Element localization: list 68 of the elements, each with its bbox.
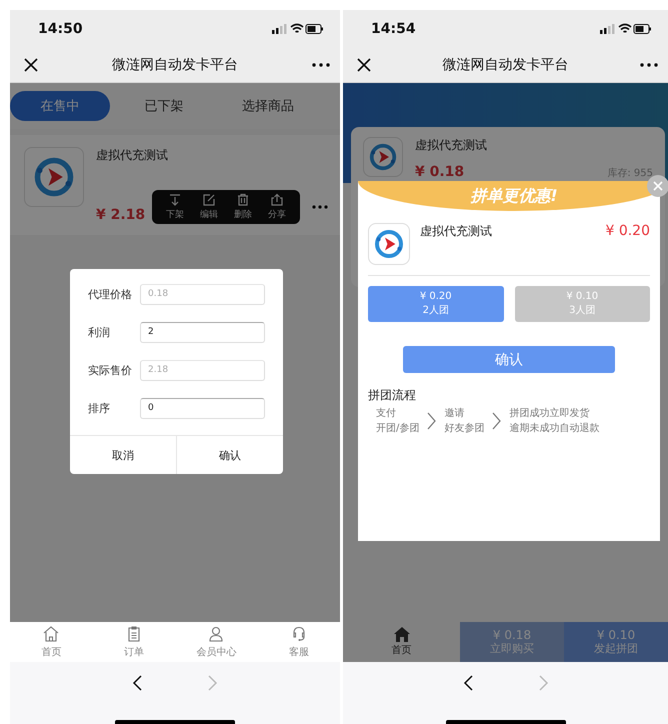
menu-action[interactable]: 删除 xyxy=(228,193,258,221)
back-icon[interactable] xyxy=(462,674,474,692)
field-label: 利润 xyxy=(88,324,111,340)
status-icons xyxy=(600,23,652,35)
tab-bar-item[interactable]: 首页 xyxy=(10,622,92,662)
more-icon[interactable] xyxy=(640,63,658,67)
step-detail: 逾期未成功自动退款 xyxy=(509,422,600,435)
menu-action[interactable]: 分享 xyxy=(262,193,292,221)
menu-action[interactable]: 编辑 xyxy=(194,193,224,221)
filter-tab[interactable]: 选择商品 xyxy=(218,91,318,121)
chevron-icon xyxy=(427,412,436,430)
tab-label: 会员中心 xyxy=(196,646,236,659)
trash-icon xyxy=(236,193,250,207)
home-tab[interactable]: 首页 xyxy=(343,622,460,662)
close-icon[interactable] xyxy=(24,58,38,72)
play-logo-icon xyxy=(32,155,76,199)
menu-action[interactable]: 下架 xyxy=(160,193,190,221)
dialog-button[interactable]: 确认 xyxy=(176,436,283,474)
edit-icon xyxy=(202,193,216,207)
input-field[interactable]: 0 xyxy=(140,398,265,418)
close-icon xyxy=(653,181,663,191)
action-label: 删除 xyxy=(234,208,252,221)
close-icon[interactable] xyxy=(357,58,371,72)
action-label: 编辑 xyxy=(200,208,218,221)
action-label: 下架 xyxy=(166,208,184,221)
step-title: 拼团成功立即发货 xyxy=(509,406,590,420)
status-time: 14:54 xyxy=(371,21,416,37)
home-icon xyxy=(394,627,410,642)
page-title: 微涟网自动发卡平台 xyxy=(442,56,568,74)
tab-label: 订单 xyxy=(124,646,144,659)
home-icon xyxy=(42,625,60,643)
product-price: ¥ 0.18 xyxy=(415,164,464,180)
person-icon xyxy=(207,625,226,643)
step-title: 支付 xyxy=(376,406,397,420)
step-detail: 开团/参团 xyxy=(376,422,420,435)
more-icon[interactable] xyxy=(312,63,330,67)
tab-bar-item[interactable]: 订单 xyxy=(92,622,175,662)
filter-tab[interactable]: 已下架 xyxy=(114,91,214,121)
step-title: 邀请 xyxy=(444,406,466,420)
field-label: 实际售价 xyxy=(88,362,133,378)
group-option[interactable]: ¥ 0.20 2人团 xyxy=(368,286,504,322)
tab-bar-item[interactable]: 客服 xyxy=(258,622,340,662)
chevron-icon xyxy=(492,412,502,430)
status-time: 14:50 xyxy=(38,21,83,37)
status-icons xyxy=(272,23,324,35)
tab-bar-item[interactable]: 会员中心 xyxy=(175,622,258,662)
action-label: 分享 xyxy=(268,208,286,221)
filter-tab[interactable]: 在售中 xyxy=(10,91,110,121)
tab-label: 首页 xyxy=(41,646,62,659)
field-label: 代理价格 xyxy=(88,286,133,302)
step-detail: 好友参团 xyxy=(444,422,484,435)
product-price: ¥ 0.20 xyxy=(605,223,650,241)
start-group-button[interactable]: ¥ 0.10 发起拼团 xyxy=(564,622,668,662)
confirm-button[interactable]: 确认 xyxy=(403,346,615,373)
product-name: 虚拟代充测试 xyxy=(420,223,493,240)
tab-label: 首页 xyxy=(392,644,412,657)
product-name: 虚拟代充测试 xyxy=(415,137,488,154)
input-field[interactable]: 2 xyxy=(140,322,265,342)
back-icon[interactable] xyxy=(131,674,144,692)
tray-down-icon xyxy=(168,193,182,207)
tab-label: 客服 xyxy=(288,646,309,659)
field-label: 排序 xyxy=(88,400,111,416)
product-name: 虚拟代充测试 xyxy=(96,147,168,164)
page-title: 微涟网自动发卡平台 xyxy=(112,56,238,74)
product-price: ¥ 2.18 xyxy=(96,207,146,223)
flow-title: 拼团流程 xyxy=(367,387,417,404)
share-icon xyxy=(270,193,284,207)
dialog-button[interactable]: 取消 xyxy=(70,436,176,474)
